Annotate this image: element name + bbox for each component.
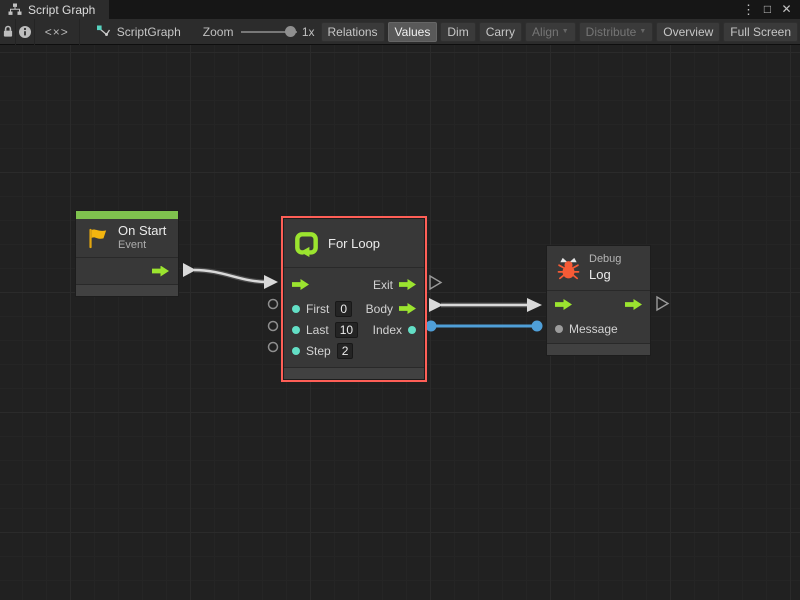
chevron-down-icon: ▼ [639,28,646,35]
title-bar: Script Graph ⋮ □ ✕ [0,0,800,19]
graph-toolbar: <×> ScriptGraph Zoom 1x Relations Values… [0,19,800,45]
first-input-port[interactable] [292,305,300,313]
unconnected-port-step[interactable] [269,343,278,352]
graph-name: ScriptGraph [117,25,181,39]
window-menu-button[interactable]: ⋮ [740,0,757,19]
index-port-label: Index [373,323,402,337]
port-row-debug-flow [547,291,650,318]
on-start-subtitle: Event [118,239,166,253]
zoom-slider[interactable] [241,19,296,45]
info-icon [18,25,32,39]
full-screen-label: Full Screen [730,25,791,39]
carry-label: Carry [486,25,515,39]
first-port-label: First [306,302,329,316]
unconnected-port-debug-out[interactable] [657,297,668,310]
last-input-port[interactable] [292,326,300,334]
trigger-input-port[interactable] [555,299,572,310]
dim-label: Dim [447,25,468,39]
first-value-field[interactable]: 0 [335,301,352,317]
tab-script-graph[interactable]: Script Graph [0,0,109,19]
overview-label: Overview [663,25,713,39]
overview-button[interactable]: Overview [656,22,720,42]
last-port-label: Last [306,323,329,337]
hierarchy-icon [8,3,22,16]
port-row-message: Message [547,318,650,339]
debug-log-header: Debug Log [547,246,650,290]
exit-port-label: Exit [373,278,393,292]
window-maximize-button[interactable]: □ [759,0,776,19]
unconnected-port-last[interactable] [269,322,278,331]
port-row-first-body: First 0 Body [284,298,424,319]
node-on-start[interactable]: On Start Event [75,210,179,297]
message-port-label: Message [569,322,618,336]
graph-reference[interactable]: ScriptGraph [88,24,189,39]
relations-button[interactable]: Relations [321,22,385,42]
trigger-input-port[interactable] [292,279,309,290]
loop-icon [293,230,320,257]
dim-button[interactable]: Dim [440,22,475,42]
on-start-header: On Start Event [76,219,178,257]
chevron-down-icon: ▼ [562,28,569,35]
zoom-slider-handle[interactable] [285,26,296,37]
trigger-output-port[interactable] [625,299,642,310]
node-debug-log[interactable]: Debug Log Message [546,245,651,356]
graph-canvas[interactable]: On Start Event For Loop Exit [0,45,800,600]
port-row-step: Step 2 [284,340,424,361]
exit-output-port[interactable] [399,279,416,290]
trigger-output-port[interactable] [152,266,169,277]
port-row-enter-exit: Exit [284,271,424,298]
bug-icon [556,255,581,281]
values-label: Values [395,25,431,39]
distribute-label: Distribute [586,25,637,39]
on-start-title: On Start [118,223,166,239]
step-port-label: Step [306,344,331,358]
toolbar-buttons: Relations Values Dim Carry Align ▼ Distr… [321,22,800,42]
step-input-port[interactable] [292,347,300,355]
full-screen-button[interactable]: Full Screen [723,22,798,42]
body-output-port[interactable] [399,303,416,314]
step-value-field[interactable]: 2 [337,343,354,359]
align-button[interactable]: Align ▼ [525,22,576,42]
window-controls: ⋮ □ ✕ [740,0,800,19]
flag-icon [85,226,110,251]
unconnected-port-first[interactable] [269,300,278,309]
for-loop-ports: Exit First 0 Body Last 10 Index [284,267,424,367]
port-row-last-index: Last 10 Index [284,319,424,340]
on-start-footer [76,284,178,296]
zoom-label: Zoom [203,25,234,39]
relations-label: Relations [328,25,378,39]
connection-body-to-debuglog[interactable] [429,298,542,312]
event-accent-bar [76,211,178,219]
on-start-output-row [76,257,178,284]
zoom-value: 1x [302,25,315,39]
info-button[interactable] [16,19,35,45]
tab-title: Script Graph [28,3,95,17]
align-label: Align [532,25,559,39]
debug-log-category: Debug [589,253,621,267]
for-loop-footer [284,367,424,379]
carry-button[interactable]: Carry [479,22,522,42]
debug-log-title: Log [589,267,621,283]
script-graph-icon [96,24,111,39]
debug-log-footer [547,343,650,355]
for-loop-title: For Loop [328,236,380,251]
code-preview-button[interactable]: <×> [35,19,80,45]
for-loop-header: For Loop [284,219,424,267]
distribute-button[interactable]: Distribute ▼ [579,22,654,42]
unconnected-port-exit[interactable] [430,276,441,289]
lock-button[interactable] [0,19,16,45]
connection-index-to-message[interactable] [426,321,543,332]
index-output-port[interactable] [408,326,416,334]
node-for-loop[interactable]: For Loop Exit First 0 Body Last 10 [283,218,425,380]
lock-icon [2,25,14,38]
values-button[interactable]: Values [388,22,438,42]
connection-onstart-to-forloop[interactable] [183,263,278,289]
message-input-port[interactable] [555,325,563,333]
code-preview-label: <×> [45,25,69,39]
body-port-label: Body [366,302,393,316]
window-close-button[interactable]: ✕ [778,0,795,19]
last-value-field[interactable]: 10 [335,322,358,338]
debug-log-ports: Message [547,290,650,343]
